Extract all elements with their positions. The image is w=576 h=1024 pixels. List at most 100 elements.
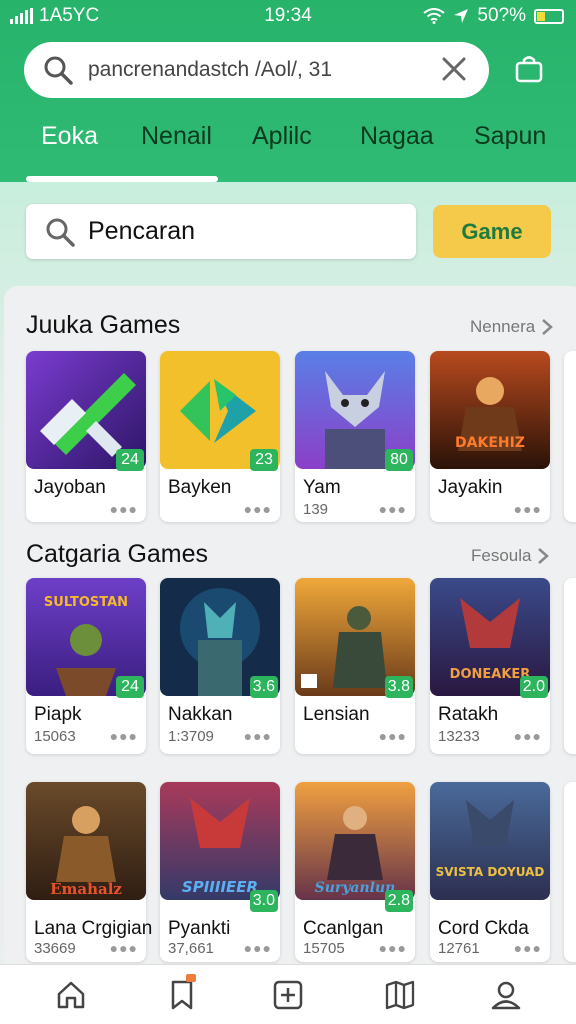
game-card-cord[interactable]: SVISTA DOYUAD Cord Ckda 12761 ●●● xyxy=(430,782,550,962)
rating-badge: 3.8 xyxy=(384,676,413,698)
game-downloads: 1:3709 xyxy=(168,728,214,745)
book-icon[interactable] xyxy=(384,979,416,1011)
more-icon[interactable]: ●●● xyxy=(110,940,138,956)
game-art: Suryanlun xyxy=(295,782,415,900)
game-name: Ratakh xyxy=(438,704,499,725)
rating-badge: 23 xyxy=(250,449,278,471)
chevron-right-icon xyxy=(542,319,554,335)
game-card-ratakh[interactable]: DONEAKER 2.0 Ratakh 13233 ●●● xyxy=(430,578,550,754)
game-card-piapk[interactable]: SULTOSTAN 24 Piapk 15063 ●●● xyxy=(26,578,146,754)
game-name: Lana Crgigian xyxy=(34,918,153,939)
more-icon[interactable]: ●●● xyxy=(244,728,272,744)
game-card-partial[interactable] xyxy=(564,782,576,962)
tab-nagaa[interactable]: Nagaa xyxy=(360,122,434,151)
user-icon[interactable] xyxy=(490,979,522,1011)
game-art: DAKEHIZ xyxy=(430,351,550,469)
home-icon[interactable] xyxy=(55,979,87,1011)
game-downloads: 33669 xyxy=(34,940,76,957)
rating-badge: 24 xyxy=(116,449,144,471)
tab-nenail[interactable]: Nenail xyxy=(141,122,212,151)
search-icon xyxy=(46,218,75,247)
more-icon[interactable]: ●●● xyxy=(514,501,542,517)
more-icon[interactable]: ●●● xyxy=(110,501,138,517)
more-icon[interactable]: ●●● xyxy=(110,728,138,744)
plus-square-icon[interactable] xyxy=(272,979,304,1011)
game-downloads: 15705 xyxy=(303,940,345,957)
bookmark-icon[interactable] xyxy=(166,979,198,1011)
app-header: 1A5YC 19:34 50?% pancrenandastch /Aol/, … xyxy=(0,0,576,186)
game-card-pyankti[interactable]: SPIIIIEER 3.0 Pyankti 37,661 ●●● xyxy=(160,782,280,962)
game-downloads: 15063 xyxy=(34,728,76,745)
category-tabs: Eoka Nenail Aplilc Nagaa Sapun xyxy=(0,122,576,162)
art-label: Suryanlun xyxy=(315,880,396,896)
more-icon[interactable]: ●●● xyxy=(379,728,407,744)
game-card-partial[interactable] xyxy=(564,351,576,522)
wifi-icon xyxy=(423,8,446,24)
notification-dot xyxy=(186,974,196,982)
more-icon[interactable]: ●●● xyxy=(514,940,542,956)
game-downloads: 37,661 xyxy=(168,940,214,957)
game-card-ccanlgan[interactable]: Suryanlun 2.8 Ccanlgan 15705 ●●● xyxy=(295,782,415,962)
rating-badge: 3.0 xyxy=(249,890,278,912)
chevron-right-icon xyxy=(538,548,550,564)
art-label: DAKEHIZ xyxy=(455,435,525,451)
close-icon[interactable] xyxy=(441,56,467,82)
game-name: Pyankti xyxy=(168,918,231,939)
game-name: Piapk xyxy=(34,704,82,725)
section-link-juuka[interactable]: Nennera xyxy=(470,317,554,337)
battery-icon xyxy=(534,8,564,24)
art-label: SVISTA DOYUAD xyxy=(436,865,545,879)
art-label: DONEAKER xyxy=(450,667,531,682)
game-card-jayoban[interactable]: 24 Jayoban ●●● xyxy=(26,351,146,522)
game-card-lensian[interactable]: 3.8 Lensian ●●● xyxy=(295,578,415,754)
section-link-label: Fesoula xyxy=(471,546,532,565)
game-card-bayken[interactable]: 23 Bayken ●●● xyxy=(160,351,280,522)
search-field[interactable]: Pencaran xyxy=(26,204,416,259)
game-button[interactable]: Game xyxy=(433,205,551,258)
game-name: Bayken xyxy=(168,477,232,498)
section-title-catgaria: Catgaria Games xyxy=(26,540,209,568)
section-title-juuka: Juuka Games xyxy=(26,311,181,339)
game-name: Jayoban xyxy=(34,477,106,498)
game-name: Yam xyxy=(303,477,341,498)
rating-badge: 3.6 xyxy=(249,676,278,698)
art-label: SULTOSTAN xyxy=(44,595,128,610)
game-art: SVISTA DOYUAD xyxy=(430,782,550,900)
game-art: Emahalz xyxy=(26,782,146,900)
tab-aplilc[interactable]: Aplilc xyxy=(252,122,312,151)
top-search-bar[interactable]: pancrenandastch /Aol/, 31 xyxy=(24,42,489,98)
location-icon xyxy=(454,9,469,23)
top-search-input[interactable]: pancrenandastch /Aol/, 31 xyxy=(88,58,332,82)
rating-badge: 80 xyxy=(385,449,413,471)
game-card-partial[interactable] xyxy=(564,578,576,754)
game-name: Nakkan xyxy=(168,704,233,725)
game-card-nakkan[interactable]: 3.6 Nakkan 1:3709 ●●● xyxy=(160,578,280,754)
more-icon[interactable]: ●●● xyxy=(379,501,407,517)
tab-sapun[interactable]: Sapun xyxy=(474,122,546,151)
art-label: Emahalz xyxy=(50,880,122,898)
more-icon[interactable]: ●●● xyxy=(244,501,272,517)
shopping-bag-icon[interactable] xyxy=(514,54,544,84)
game-name: Cord Ckda xyxy=(438,918,529,939)
search-placeholder: Pencaran xyxy=(88,217,196,245)
game-name: Ccanlgan xyxy=(303,918,384,939)
rating-badge: 2.8 xyxy=(384,890,413,912)
tab-eoka[interactable]: Eoka xyxy=(41,122,98,151)
game-downloads: 139 xyxy=(303,501,329,518)
game-art: SPIIIIEER xyxy=(160,782,280,900)
search-icon xyxy=(44,56,73,85)
game-card-yam[interactable]: 80 Yam 139 ●●● xyxy=(295,351,415,522)
rating-badge: 24 xyxy=(116,676,144,698)
game-card-jayakin[interactable]: DAKEHIZ Jayakin ●●● xyxy=(430,351,550,522)
section-link-catgaria[interactable]: Fesoula xyxy=(471,546,550,566)
more-icon[interactable]: ●●● xyxy=(244,940,272,956)
game-downloads: 13233 xyxy=(438,728,480,745)
rating-badge: 2.0 xyxy=(519,676,548,698)
section-link-label: Nennera xyxy=(470,317,536,336)
art-label: SPIIIIEER xyxy=(182,878,258,896)
game-card-lana[interactable]: Emahalz Lana Crgigian 33669 ●●● xyxy=(26,782,152,962)
more-icon[interactable]: ●●● xyxy=(514,728,542,744)
more-icon[interactable]: ●●● xyxy=(379,940,407,956)
status-bar: 1A5YC 19:34 50?% xyxy=(0,0,576,32)
battery-percent: 50?% xyxy=(477,5,526,26)
